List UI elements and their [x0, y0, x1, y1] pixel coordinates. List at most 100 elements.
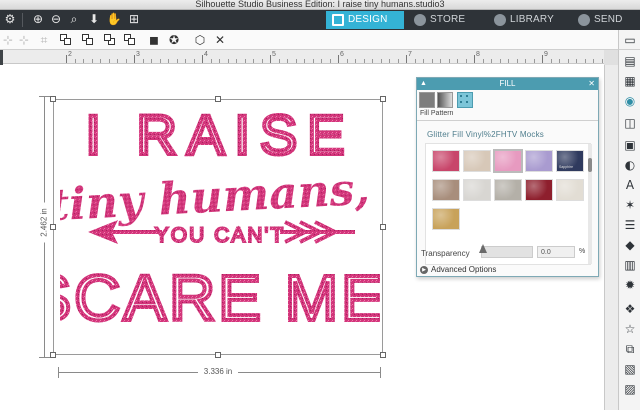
vertical-ruler — [604, 65, 618, 410]
advanced-options-toggle[interactable]: ▶ Advanced Options — [420, 265, 496, 274]
layers-icon[interactable]: ▧ — [623, 362, 637, 376]
collapse-icon[interactable]: ▲ — [420, 78, 427, 90]
star-icon[interactable]: ☆ — [623, 322, 637, 336]
swatch-white-glitter[interactable] — [556, 179, 584, 201]
settings-icon[interactable]: ⚙ — [2, 11, 18, 27]
fill-panel-header[interactable]: ▲ FILL ✕ — [417, 78, 598, 90]
design-grid-icon — [332, 14, 344, 26]
fill-solid-tab[interactable] — [419, 92, 435, 108]
width-dimension-label: 3.336 in — [198, 367, 238, 376]
swatch-navy-glitter[interactable]: Sapphire — [556, 150, 584, 172]
compound-icon[interactable]: ⌗ — [36, 32, 52, 48]
send-to-back-icon[interactable] — [124, 34, 136, 45]
transparency-input[interactable]: 0.0 — [537, 246, 575, 258]
ruler-tick — [474, 55, 475, 63]
advanced-options-label: Advanced Options — [431, 265, 497, 274]
send-backward-icon[interactable] — [104, 34, 116, 45]
transparency-slider[interactable] — [481, 246, 533, 258]
shadow-icon[interactable]: ▣ — [623, 138, 637, 152]
transparency-unit: % — [579, 248, 586, 255]
tab-store[interactable]: STORE — [408, 11, 484, 29]
ruler-tick — [261, 59, 263, 63]
fill-gradient-tab[interactable] — [437, 92, 453, 108]
close-panel-icon[interactable]: ✕ — [588, 78, 595, 90]
sparkle-icon[interactable]: ✶ — [623, 198, 637, 212]
star-shape-icon[interactable]: ✪ — [166, 32, 182, 48]
fill-palette-icon[interactable]: ◉ — [623, 94, 637, 108]
ruler-tick — [142, 59, 144, 63]
zoom-select-icon[interactable]: ⌕ — [66, 11, 82, 27]
ruler-label: 6 — [340, 51, 344, 58]
dimension-cap — [39, 357, 50, 358]
divider — [417, 120, 598, 121]
tab-design[interactable]: DESIGN — [326, 11, 404, 29]
swatch-gold-glitter[interactable] — [432, 208, 460, 230]
zoom-out-icon[interactable]: ⊖ — [48, 11, 64, 27]
document-icon[interactable]: ▤ — [623, 54, 637, 68]
group-icon[interactable]: ⊹ — [0, 32, 16, 48]
ruler-tick — [559, 59, 560, 63]
shapes-icon[interactable]: ◆ — [623, 238, 637, 252]
resize-handle[interactable] — [380, 352, 386, 358]
text-style-icon[interactable]: A — [623, 178, 637, 192]
ruler-tick — [295, 59, 297, 63]
ruler-tick — [372, 59, 373, 63]
resize-handle[interactable] — [380, 96, 386, 102]
fit-to-page-icon[interactable]: ⊞ — [126, 11, 142, 27]
zoom-in-icon[interactable]: ⊕ — [30, 11, 46, 27]
ruler-tick — [227, 59, 229, 63]
tab-library[interactable]: LIBRARY — [488, 11, 564, 29]
transparency-slider-knob[interactable] — [479, 244, 487, 253]
close-icon[interactable]: ✕ — [212, 32, 228, 48]
align-icon[interactable]: ☰ — [623, 218, 637, 232]
glitter-text-design[interactable]: I RAISE tiny humans, YOU CAN'T SCARE ME. — [60, 92, 380, 362]
tab-send[interactable]: SEND — [572, 11, 640, 29]
library-icon[interactable]: ▨ — [623, 382, 637, 396]
stack-icon[interactable]: ▥ — [623, 258, 637, 272]
pan-hand-icon[interactable]: ✋ — [106, 11, 122, 27]
resize-handle[interactable] — [50, 224, 56, 230]
contrast-icon[interactable]: ◐ — [623, 158, 637, 172]
ruler-corner — [0, 50, 3, 65]
swatch-red-glitter[interactable] — [525, 179, 553, 201]
resize-handle[interactable] — [380, 224, 386, 230]
swatch-pink-glitter[interactable] — [432, 150, 460, 172]
grid-icon[interactable]: ▦ — [623, 74, 637, 88]
ruler-tick — [576, 59, 577, 63]
swatch-champagne-glitter[interactable] — [463, 150, 491, 172]
3d-box-icon[interactable]: ⬡ — [192, 32, 208, 48]
swatch-silver-glitter[interactable] — [463, 179, 491, 201]
resize-handle[interactable] — [50, 352, 56, 358]
bring-forward-icon[interactable] — [82, 34, 94, 45]
ruler-tick — [117, 59, 118, 63]
ruler-tick — [176, 59, 178, 63]
design-line-1: I RAISE — [85, 103, 354, 166]
badge-icon[interactable]: ✹ — [623, 278, 637, 292]
ruler-label: 4 — [204, 51, 208, 58]
pattern-group-title[interactable]: Glitter Fill Vinyl%2FHTV Mocks — [427, 130, 544, 139]
fill-panel: ▲ FILL ✕ Fill Pattern Glitter Fill Vinyl… — [416, 77, 599, 277]
swatch-light-pink-glitter[interactable] — [493, 149, 523, 173]
swatch-gray-glitter[interactable] — [494, 179, 522, 201]
move-down-icon[interactable]: ⬇ — [86, 11, 102, 27]
swatch-lavender-glitter[interactable] — [525, 150, 553, 172]
ungroup-icon[interactable]: ⊹ — [16, 32, 32, 48]
page-setup-icon[interactable]: ▭ — [623, 33, 637, 47]
shape-weld-icon[interactable]: ◼ — [146, 32, 162, 48]
ruler-tick — [465, 59, 467, 63]
ruler-label: 8 — [476, 51, 480, 58]
pattern-icon[interactable]: ❖ — [623, 302, 637, 316]
transform-icon[interactable]: ⧉ — [623, 342, 637, 356]
pattern-scroll-thumb[interactable] — [588, 158, 592, 172]
align-group-icon[interactable] — [60, 34, 72, 45]
ruler-tick — [516, 59, 518, 63]
ruler-tick — [202, 55, 203, 63]
swatch-bronze-glitter[interactable] — [432, 179, 460, 201]
horizontal-ruler: 2 3 4 5 6 7 8 9 — [0, 50, 618, 64]
ruler-label: 5 — [272, 51, 276, 58]
fill-pattern-tab[interactable] — [457, 92, 473, 108]
line-style-icon[interactable]: ◫ — [623, 116, 637, 130]
ruler-tick — [346, 59, 348, 63]
resize-handle[interactable] — [50, 96, 56, 102]
ruler-tick — [482, 59, 484, 63]
